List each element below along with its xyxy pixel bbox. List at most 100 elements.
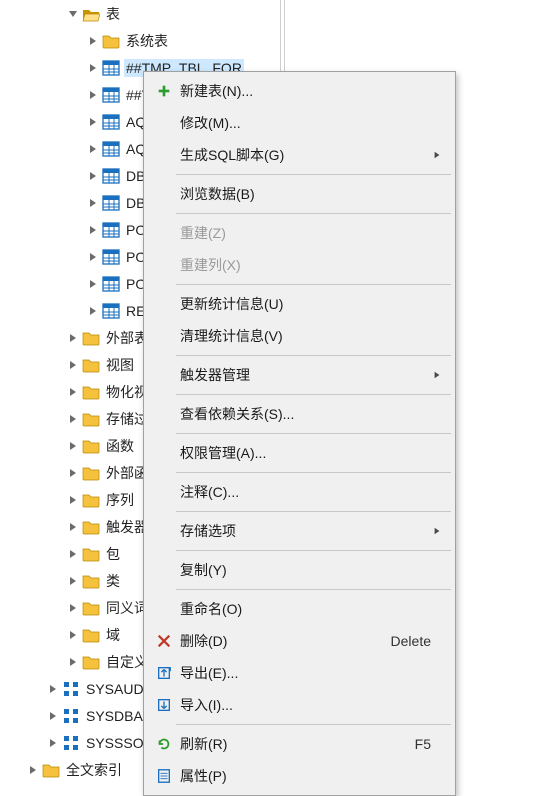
menu-item[interactable]: 导入(I)...: [146, 689, 453, 721]
table-icon: [102, 275, 120, 293]
menu-item[interactable]: 清理统计信息(V): [146, 320, 453, 352]
caret-right-icon[interactable]: [66, 493, 80, 507]
menu-separator: [176, 213, 451, 214]
menu-item-label: 权限管理(A)...: [176, 443, 423, 463]
menu-item-label: 刷新(R): [176, 734, 407, 754]
tree-item-label: 全文索引: [64, 759, 124, 781]
menu-item[interactable]: 触发器管理: [146, 359, 453, 391]
folder-icon: [102, 32, 120, 50]
caret-right-icon[interactable]: [66, 655, 80, 669]
caret-right-icon[interactable]: [66, 628, 80, 642]
menu-separator: [176, 550, 451, 551]
schema-icon: [62, 734, 80, 752]
folder-icon: [82, 491, 100, 509]
menu-item[interactable]: 权限管理(A)...: [146, 437, 453, 469]
caret-right-icon[interactable]: [86, 115, 100, 129]
table-icon: [102, 140, 120, 158]
caret-right-icon[interactable]: [86, 34, 100, 48]
tree-item-label: 类: [104, 570, 122, 592]
folder-open-icon: [82, 5, 100, 23]
caret-right-icon[interactable]: [66, 358, 80, 372]
menu-item-shortcut: Delete: [383, 633, 431, 649]
folder-icon: [82, 464, 100, 482]
menu-item-label: 删除(D): [176, 631, 383, 651]
refresh-icon: [152, 736, 176, 752]
folder-icon: [82, 599, 100, 617]
caret-right-icon[interactable]: [66, 547, 80, 561]
delete-icon: [152, 633, 176, 649]
menu-item[interactable]: 浏览数据(B): [146, 178, 453, 210]
caret-right-icon[interactable]: [86, 88, 100, 102]
folder-icon: [82, 383, 100, 401]
caret-right-icon[interactable]: [26, 763, 40, 777]
tree-item-label: 表: [104, 3, 122, 25]
folder-icon: [82, 410, 100, 428]
table-icon: [102, 221, 120, 239]
folder-icon: [82, 545, 100, 563]
caret-right-icon[interactable]: [86, 142, 100, 156]
menu-item[interactable]: 重命名(O): [146, 593, 453, 625]
menu-item[interactable]: 导出(E)...: [146, 657, 453, 689]
table-icon: [102, 302, 120, 320]
menu-item[interactable]: 更新统计信息(U): [146, 288, 453, 320]
schema-icon: [62, 707, 80, 725]
caret-right-icon[interactable]: [66, 520, 80, 534]
menu-item-label: 存储选项: [176, 521, 423, 541]
menu-separator: [176, 394, 451, 395]
menu-item[interactable]: 复制(Y): [146, 554, 453, 586]
menu-item-label: 重建列(X): [176, 255, 423, 275]
submenu-arrow-icon: [431, 151, 443, 159]
tree-item-label: 函数: [104, 435, 136, 457]
tree-item-label: 视图: [104, 354, 136, 376]
caret-right-icon[interactable]: [66, 601, 80, 615]
caret-right-icon[interactable]: [66, 574, 80, 588]
caret-right-icon[interactable]: [46, 709, 60, 723]
caret-right-icon[interactable]: [86, 277, 100, 291]
caret-right-icon[interactable]: [66, 466, 80, 480]
menu-separator: [176, 724, 451, 725]
table-icon: [102, 86, 120, 104]
menu-item[interactable]: 查看依赖关系(S)...: [146, 398, 453, 430]
menu-item[interactable]: 修改(M)...: [146, 107, 453, 139]
caret-right-icon[interactable]: [86, 61, 100, 75]
menu-separator: [176, 433, 451, 434]
caret-right-icon[interactable]: [86, 250, 100, 264]
caret-right-icon[interactable]: [66, 439, 80, 453]
menu-item[interactable]: 生成SQL脚本(G): [146, 139, 453, 171]
caret-right-icon[interactable]: [86, 223, 100, 237]
tree-item-label: SYSDBA: [84, 707, 145, 725]
caret-right-icon[interactable]: [46, 682, 60, 696]
props-icon: [152, 768, 176, 784]
submenu-arrow-icon: [431, 527, 443, 535]
caret-right-icon[interactable]: [66, 331, 80, 345]
caret-right-icon[interactable]: [86, 304, 100, 318]
export-icon: [152, 665, 176, 681]
menu-item[interactable]: 删除(D)Delete: [146, 625, 453, 657]
tree-item[interactable]: 系统表: [0, 27, 280, 54]
tree-item[interactable]: 表: [0, 0, 280, 27]
caret-right-icon[interactable]: [66, 385, 80, 399]
caret-right-icon[interactable]: [66, 412, 80, 426]
caret-down-icon[interactable]: [66, 7, 80, 21]
menu-item[interactable]: 新建表(N)...: [146, 75, 453, 107]
menu-item: 重建(Z): [146, 217, 453, 249]
table-icon: [102, 113, 120, 131]
submenu-arrow-icon: [431, 371, 443, 379]
caret-right-icon[interactable]: [86, 196, 100, 210]
menu-separator: [176, 174, 451, 175]
folder-icon: [82, 329, 100, 347]
plus-icon: [152, 83, 176, 99]
menu-item[interactable]: 属性(P): [146, 760, 453, 792]
menu-item[interactable]: 刷新(R)F5: [146, 728, 453, 760]
caret-right-icon[interactable]: [86, 169, 100, 183]
caret-right-icon[interactable]: [46, 736, 60, 750]
menu-item[interactable]: 注释(C)...: [146, 476, 453, 508]
schema-icon: [62, 680, 80, 698]
menu-item-label: 导入(I)...: [176, 695, 423, 715]
folder-icon: [42, 761, 60, 779]
menu-item[interactable]: 存储选项: [146, 515, 453, 547]
folder-icon: [82, 626, 100, 644]
tree-item-label: 系统表: [124, 30, 170, 52]
folder-icon: [82, 437, 100, 455]
menu-item-label: 新建表(N)...: [176, 81, 423, 101]
